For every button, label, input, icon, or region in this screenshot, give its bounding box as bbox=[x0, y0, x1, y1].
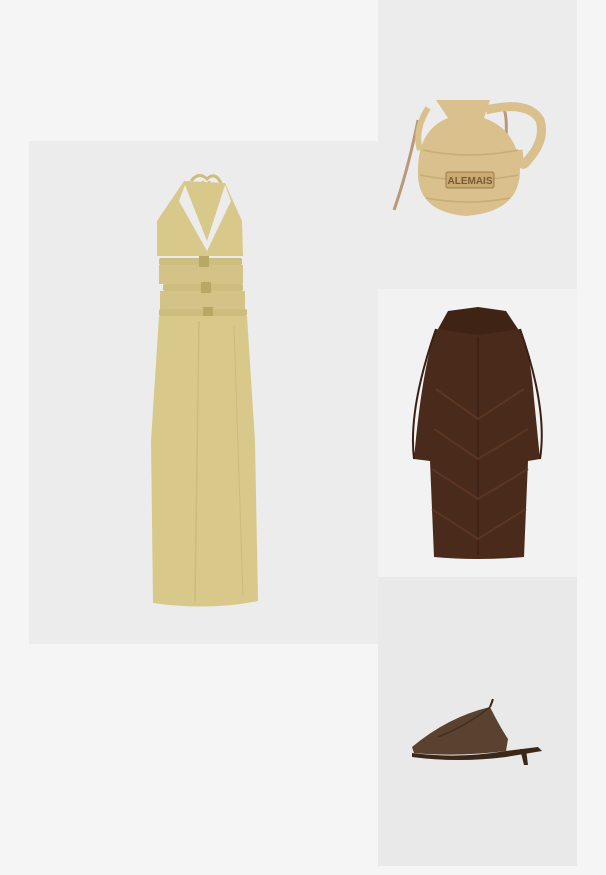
shoe-image bbox=[412, 698, 542, 765]
bag-product-tile[interactable]: ALEMAIS bbox=[378, 0, 577, 289]
outfit-collage: ALEMAIS bbox=[0, 0, 606, 875]
dress-product-tile[interactable] bbox=[29, 141, 378, 644]
bag-image: ALEMAIS bbox=[392, 100, 546, 216]
dress-image bbox=[151, 174, 258, 607]
bag-brand-label: ALEMAIS bbox=[448, 176, 493, 187]
coat-image bbox=[411, 307, 543, 559]
coat-product-tile[interactable] bbox=[378, 289, 577, 577]
shoe-product-tile[interactable] bbox=[378, 577, 577, 866]
